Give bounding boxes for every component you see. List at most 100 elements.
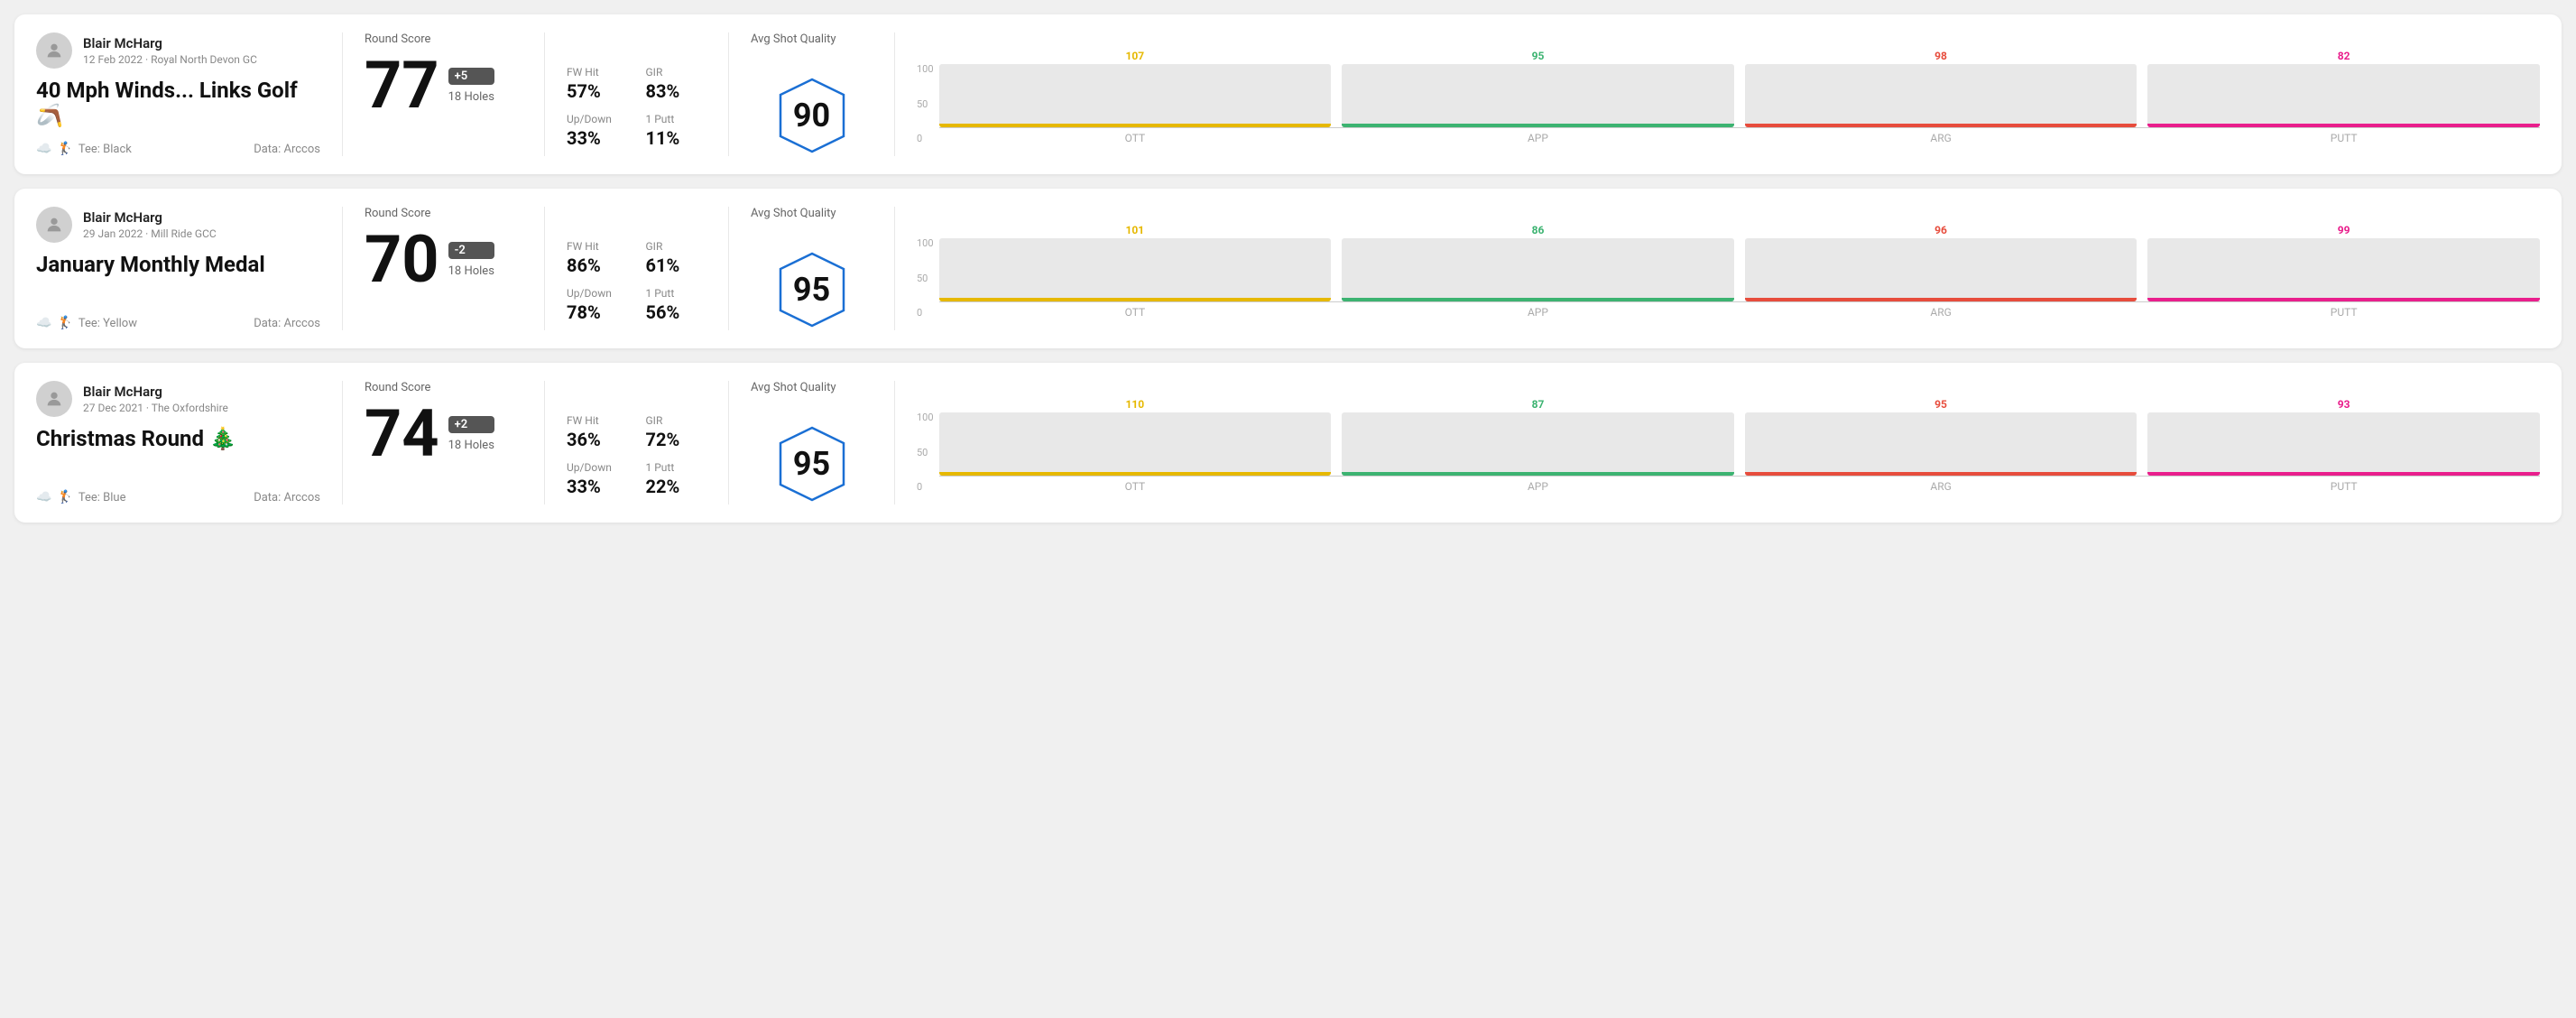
round-card-2: Blair McHarg 29 Jan 2022 · Mill Ride GCC… (14, 189, 2562, 348)
fw-hit-label-3: FW Hit (567, 414, 628, 427)
gir-value-2: 61% (646, 255, 707, 276)
card-quality-3: Avg Shot Quality 95 (751, 381, 895, 504)
fw-hit-item-1: FW Hit 57% (567, 66, 628, 102)
data-source-2: Data: Arccos (254, 317, 320, 330)
up-down-label-2: Up/Down (567, 287, 628, 300)
big-score-3: 74 (365, 402, 439, 467)
card-score-2: Round Score 70 -2 18 Holes (365, 207, 545, 330)
stats-grid-1: FW Hit 57% GIR 83% Up/Down 33% 1 Putt 11… (567, 66, 706, 149)
bag-icon-3: 🏌 (57, 490, 72, 504)
fw-hit-value-3: 36% (567, 429, 628, 450)
one-putt-label-3: 1 Putt (646, 461, 707, 474)
card-left-3: Blair McHarg 27 Dec 2021 · The Oxfordshi… (36, 381, 343, 504)
fw-hit-item-3: FW Hit 36% (567, 414, 628, 450)
card-chart-2: 100 50 0 101 86 96 (917, 207, 2540, 330)
one-putt-value-1: 11% (646, 127, 707, 149)
weather-icon-2: ☁️ (36, 316, 51, 330)
hexagon-score-1: 90 (793, 97, 830, 134)
round-score-label-2: Round Score (365, 207, 522, 220)
data-source-1: Data: Arccos (254, 143, 320, 156)
up-down-item-3: Up/Down 33% (567, 461, 628, 497)
avatar-1 (36, 32, 72, 69)
card-footer-2: ☁️ 🏌 Tee: Yellow Data: Arccos (36, 316, 320, 330)
bag-icon-2: 🏌 (57, 316, 72, 330)
user-info-1: Blair McHarg 12 Feb 2022 · Royal North D… (36, 32, 320, 69)
tee-info-2: ☁️ 🏌 Tee: Yellow (36, 316, 137, 330)
one-putt-item-3: 1 Putt 22% (646, 461, 707, 497)
gir-label-2: GIR (646, 240, 707, 253)
fw-hit-label-2: FW Hit (567, 240, 628, 253)
tee-label-1: Tee: Black (78, 143, 132, 156)
stats-grid-2: FW Hit 86% GIR 61% Up/Down 78% 1 Putt 56… (567, 240, 706, 323)
round-title-1: 40 Mph Winds... Links Golf 🪃 (36, 78, 320, 128)
avg-shot-quality-label-1: Avg Shot Quality (751, 32, 836, 46)
fw-hit-label-1: FW Hit (567, 66, 628, 79)
up-down-item-1: Up/Down 33% (567, 113, 628, 149)
avg-shot-quality-label-2: Avg Shot Quality (751, 207, 836, 220)
bag-icon-1: 🏌 (57, 142, 72, 156)
fw-hit-item-2: FW Hit 86% (567, 240, 628, 276)
card-stats-1: FW Hit 57% GIR 83% Up/Down 33% 1 Putt 11… (567, 32, 729, 156)
card-left-1: Blair McHarg 12 Feb 2022 · Royal North D… (36, 32, 343, 156)
score-row-1: 77 +5 18 Holes (365, 53, 522, 118)
gir-item-2: GIR 61% (646, 240, 707, 276)
gir-label-3: GIR (646, 414, 707, 427)
data-source-3: Data: Arccos (254, 491, 320, 504)
user-info-3: Blair McHarg 27 Dec 2021 · The Oxfordshi… (36, 381, 320, 417)
one-putt-item-1: 1 Putt 11% (646, 113, 707, 149)
hexagon-container-1: 90 (751, 75, 873, 156)
round-title-2: January Monthly Medal (36, 252, 320, 277)
up-down-value-3: 33% (567, 476, 628, 497)
gir-value-3: 72% (646, 429, 707, 450)
avatar-2 (36, 207, 72, 243)
user-name-3: Blair McHarg (83, 384, 228, 400)
gir-value-1: 83% (646, 80, 707, 102)
card-left-2: Blair McHarg 29 Jan 2022 · Mill Ride GCC… (36, 207, 343, 330)
avatar-3 (36, 381, 72, 417)
up-down-value-1: 33% (567, 127, 628, 149)
card-footer-1: ☁️ 🏌 Tee: Black Data: Arccos (36, 142, 320, 156)
card-quality-2: Avg Shot Quality 95 (751, 207, 895, 330)
one-putt-label-2: 1 Putt (646, 287, 707, 300)
up-down-value-2: 78% (567, 301, 628, 323)
score-holes-2: 18 Holes (448, 264, 494, 278)
fw-hit-value-2: 86% (567, 255, 628, 276)
round-score-label-1: Round Score (365, 32, 522, 46)
hexagon-score-3: 95 (793, 445, 830, 483)
score-badge-3: +2 (448, 416, 494, 433)
hexagon-1: 90 (771, 75, 853, 156)
up-down-label-3: Up/Down (567, 461, 628, 474)
card-score-1: Round Score 77 +5 18 Holes (365, 32, 545, 156)
card-chart-3: 100 50 0 110 87 95 (917, 381, 2540, 504)
round-card-1: Blair McHarg 12 Feb 2022 · Royal North D… (14, 14, 2562, 174)
one-putt-label-1: 1 Putt (646, 113, 707, 125)
hexagon-2: 95 (771, 249, 853, 330)
card-score-3: Round Score 74 +2 18 Holes (365, 381, 545, 504)
hexagon-score-2: 95 (793, 271, 830, 309)
tee-label-2: Tee: Yellow (78, 317, 137, 330)
user-date-course-2: 29 Jan 2022 · Mill Ride GCC (83, 227, 217, 240)
card-stats-2: FW Hit 86% GIR 61% Up/Down 78% 1 Putt 56… (567, 207, 729, 330)
round-score-label-3: Round Score (365, 381, 522, 394)
big-score-2: 70 (365, 227, 439, 292)
score-badge-1: +5 (448, 68, 494, 85)
fw-hit-value-1: 57% (567, 80, 628, 102)
card-quality-1: Avg Shot Quality 90 (751, 32, 895, 156)
user-name-2: Blair McHarg (83, 209, 217, 226)
hexagon-3: 95 (771, 423, 853, 504)
one-putt-value-2: 56% (646, 301, 707, 323)
gir-item-1: GIR 83% (646, 66, 707, 102)
tee-info-3: ☁️ 🏌 Tee: Blue (36, 490, 125, 504)
score-detail-col-1: +5 18 Holes (448, 68, 494, 104)
one-putt-item-2: 1 Putt 56% (646, 287, 707, 323)
score-holes-3: 18 Holes (448, 439, 494, 452)
avg-shot-quality-label-3: Avg Shot Quality (751, 381, 836, 394)
card-chart-1: 100 50 0 107 95 98 (917, 32, 2540, 156)
hexagon-container-3: 95 (751, 423, 873, 504)
one-putt-value-3: 22% (646, 476, 707, 497)
tee-label-3: Tee: Blue (78, 491, 126, 504)
score-detail-col-3: +2 18 Holes (448, 416, 494, 452)
round-card-3: Blair McHarg 27 Dec 2021 · The Oxfordshi… (14, 363, 2562, 523)
card-stats-3: FW Hit 36% GIR 72% Up/Down 33% 1 Putt 22… (567, 381, 729, 504)
score-holes-1: 18 Holes (448, 90, 494, 104)
